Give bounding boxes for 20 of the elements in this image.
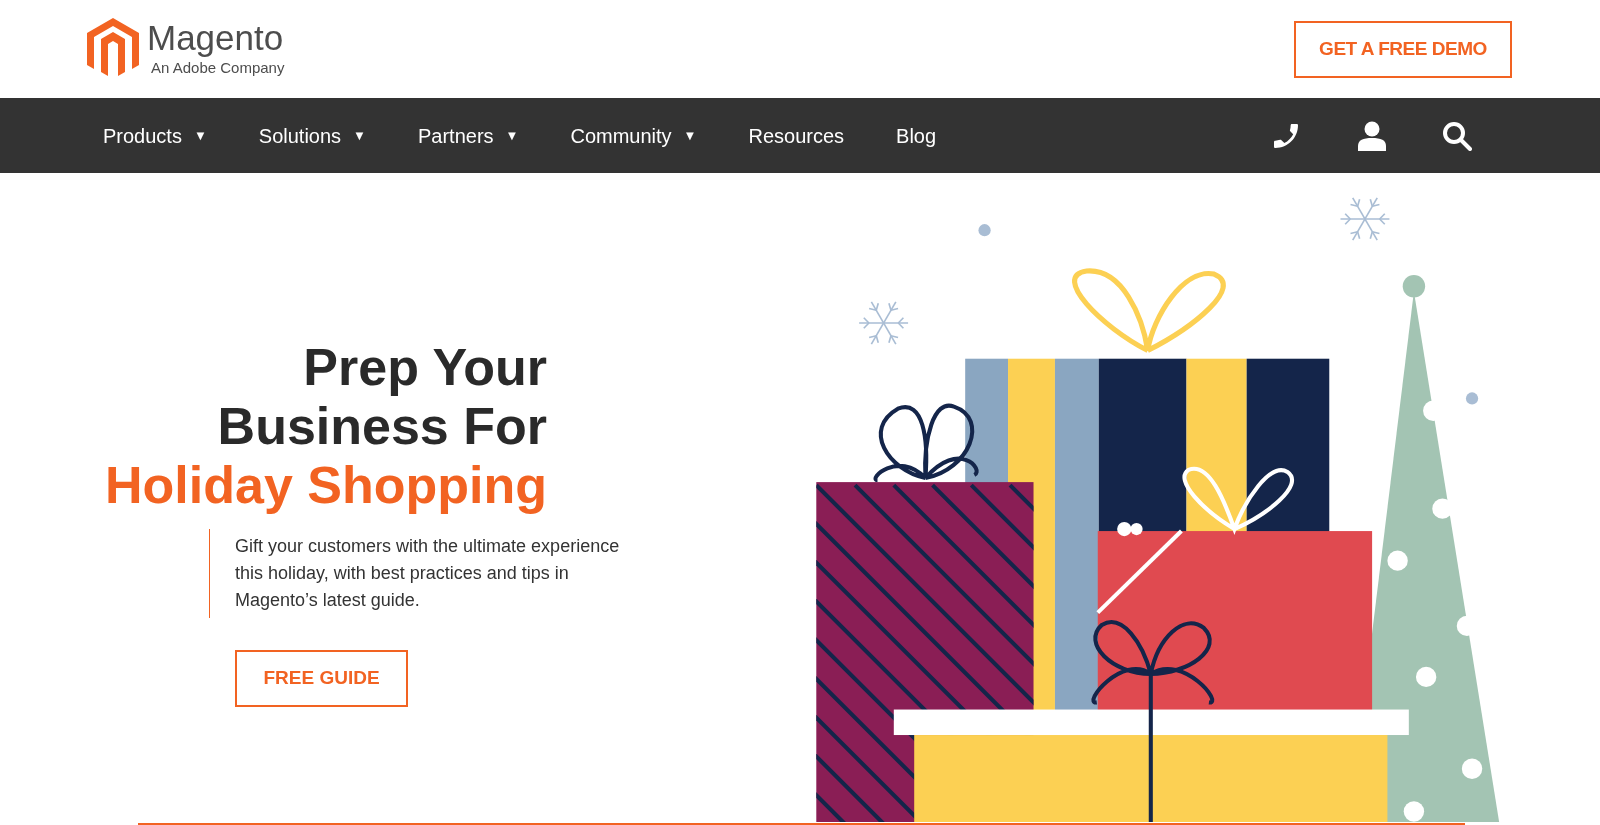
snowflake-icon — [858, 301, 909, 346]
nav-link[interactable]: Resources — [748, 120, 845, 151]
hero-title-line: Prep Your — [303, 338, 547, 397]
nav-link[interactable]: Blog — [896, 120, 937, 151]
hero-title-line: Business For — [217, 397, 547, 456]
nav-link[interactable]: Solutions ▼ — [258, 120, 366, 151]
brand-tagline: An Adobe Company — [151, 57, 285, 78]
nav-link[interactable]: Products ▼ — [103, 120, 207, 151]
nav-link[interactable]: Community ▼ — [570, 120, 697, 151]
dropdown-caret-icon: ▼ — [193, 125, 207, 146]
dropdown-caret-icon: ▼ — [353, 125, 366, 146]
snowflake-icon — [1339, 197, 1391, 241]
dropdown-caret-icon: ▼ — [683, 125, 697, 146]
hero-description: Gift your customers with the ultimate experience this holiday, with best practices and tips in Magento’s latest guide. — [235, 535, 621, 612]
brand-name: Magento — [147, 18, 285, 57]
nav-link[interactable]: Partners ▼ — [417, 120, 519, 151]
dropdown-caret-icon: ▼ — [505, 125, 519, 146]
user-icon[interactable] — [1358, 120, 1386, 151]
search-icon[interactable] — [1442, 120, 1472, 151]
hero-title-line: Holiday Shopping — [105, 456, 547, 515]
